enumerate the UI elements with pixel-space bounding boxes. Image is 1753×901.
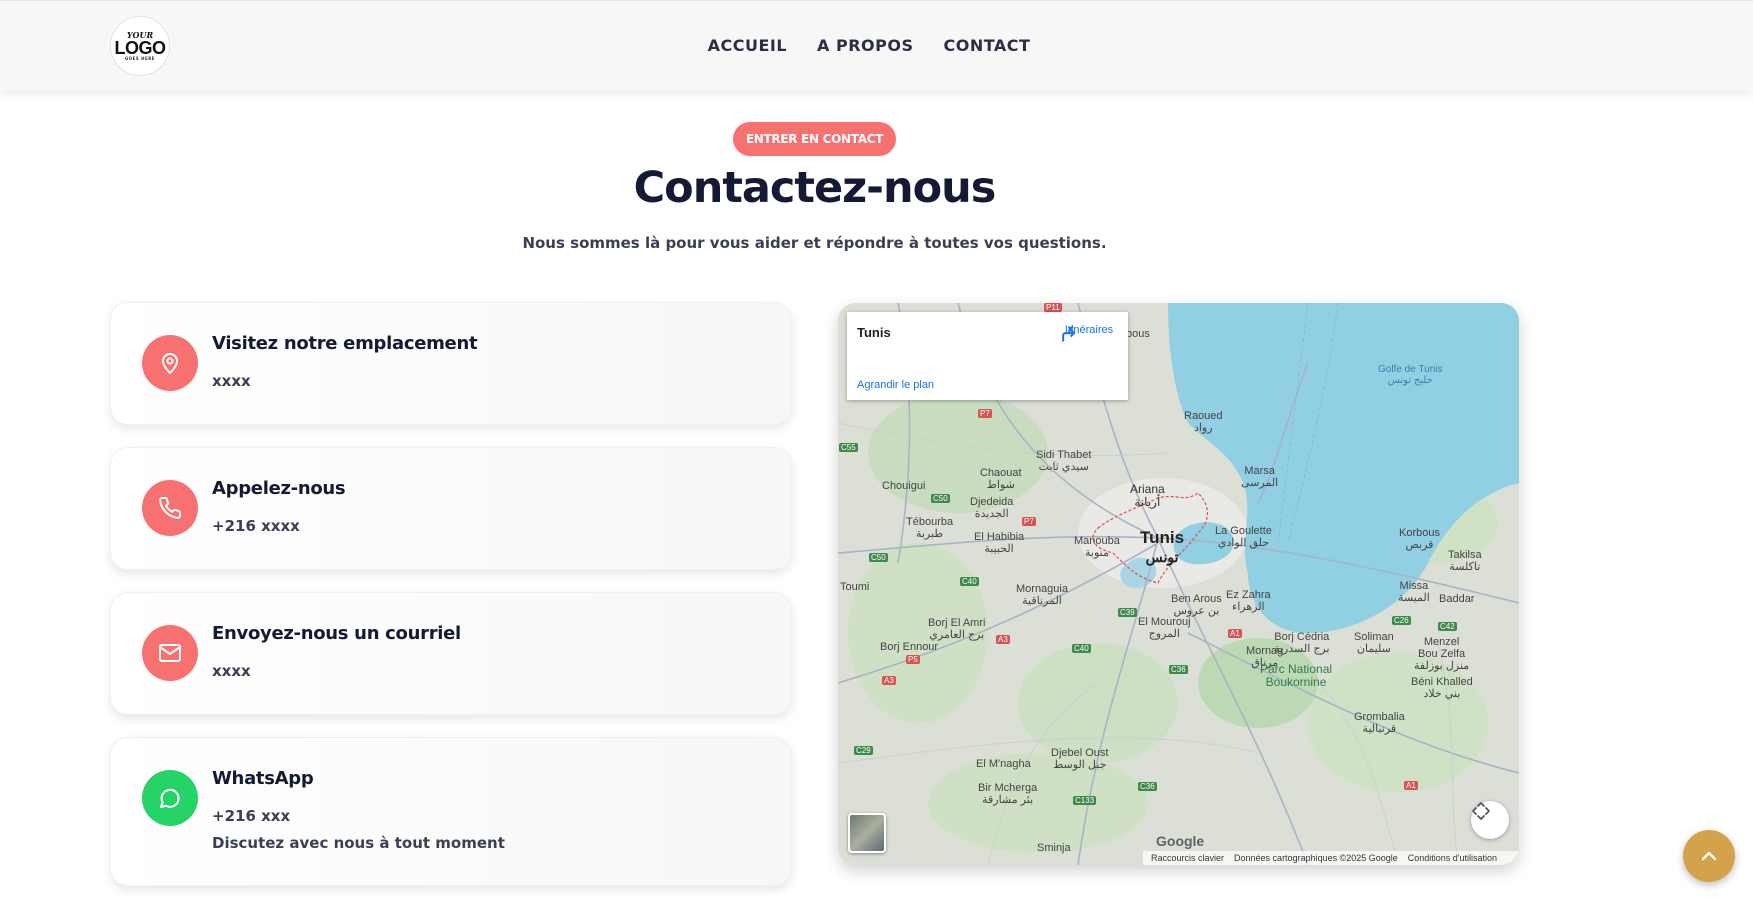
road-shield: C40 [960, 577, 979, 586]
terms-link[interactable]: Conditions d'utilisation [1408, 853, 1497, 863]
section-tag: ENTRER EN CONTACT [733, 122, 896, 156]
map-label: Takilsa تاكلسة [1448, 549, 1482, 574]
road-shield: C42 [1438, 622, 1457, 631]
card-title: Envoyez-nous un courriel [212, 623, 461, 644]
map-label: Grombalia قرنبالية [1354, 711, 1405, 736]
nav-contact[interactable]: CONTACT [943, 36, 1030, 55]
map-label: Parc National Boukornine [1260, 662, 1333, 690]
map-label: Mornaguia المرناقية [1016, 583, 1068, 608]
road-shield: C36 [1169, 665, 1188, 674]
map-label: Baddar [1439, 593, 1475, 605]
map-label: Borj El Amri برج العامري [928, 617, 986, 642]
road-shield: A3 [996, 635, 1010, 644]
road-shield: C50 [931, 494, 950, 503]
mail-icon [142, 625, 198, 681]
map-label: Sidi Thabet سيدي ثابت [1036, 449, 1092, 474]
road-shield: C40 [1072, 644, 1091, 653]
map-label: Sminja [1037, 842, 1071, 854]
map-label: Tébourba طبربة [906, 516, 954, 541]
map-label: Borj Cédria برج السدرية [1274, 631, 1330, 656]
directions-icon [1062, 325, 1076, 342]
road-shield: P7 [978, 409, 992, 418]
map-label: Missa الميسة [1398, 580, 1430, 605]
phone-icon [142, 480, 198, 536]
map-label: Marsa المرسى [1241, 465, 1279, 490]
map-label: Chaouat شواط [980, 467, 1022, 492]
card-location: Visitez notre emplacement xxxx [110, 302, 792, 425]
road-shield: P5 [906, 655, 920, 664]
map-label: Ez Zahra الزهراء [1226, 589, 1271, 614]
whatsapp-icon [142, 770, 198, 826]
map-data-credit: Données cartographiques ©2025 Google [1234, 853, 1398, 863]
location-pin-icon [142, 335, 198, 391]
page-subtitle: Nous sommes là pour vous aider et répond… [522, 234, 1107, 252]
map-label: Menzel Bou Zelfa منزل بوزلفة [1414, 636, 1470, 673]
map-label: Chouigui [882, 480, 926, 492]
directions-button[interactable]: Itinéraires [1059, 324, 1119, 342]
map-label: El Mourouj المروج [1138, 616, 1191, 641]
card-value: xxxx [212, 372, 251, 390]
map-label: Ben Arous بن عروس [1171, 593, 1222, 618]
map-label: Djedeida الجديدة [970, 496, 1014, 521]
card-title: WhatsApp [212, 768, 314, 789]
card-extra: Discutez avec nous à tout moment [212, 834, 505, 852]
logo-line3: GOES HERE [124, 56, 156, 61]
map-label: Golfe de Tunis خليج تونس [1378, 364, 1443, 386]
card-email: Envoyez-nous un courriel xxxx [110, 592, 792, 715]
map-label: Manouba منوبة [1074, 535, 1120, 560]
road-shield: C26 [1392, 616, 1411, 625]
map-label: Korbous قربص [1399, 527, 1440, 552]
road-shield: C133 [1073, 796, 1097, 805]
chevron-up-icon [1701, 851, 1717, 861]
map-footer: Raccourcis clavier Données cartographiqu… [1143, 851, 1519, 865]
road-shield: A1 [1404, 781, 1418, 790]
main-nav: ACCUEIL A PROPOS CONTACT [0, 36, 1753, 55]
road-shield: C39 [1118, 608, 1137, 617]
card-value: +216 xxxx [212, 517, 300, 535]
map-label: Bir Mcherga بئر مشارقة [978, 782, 1038, 807]
map-label: Béni Khalled بني خلاد [1411, 676, 1473, 701]
map-label: La Goulette حلق الوادي [1215, 525, 1272, 550]
card-whatsapp: WhatsApp +216 xxx Discutez avec nous à t… [110, 737, 792, 886]
map-label: Ariana أريانة [1130, 482, 1165, 510]
satellite-toggle[interactable] [848, 813, 886, 853]
road-shield: C29 [854, 746, 873, 755]
nav-accueil[interactable]: ACCUEIL [708, 36, 787, 55]
fullscreen-icon [1472, 802, 1490, 820]
map-label: El M'nagha [976, 758, 1031, 770]
road-shield: P11 [1044, 303, 1062, 312]
road-shield: C50 [869, 553, 888, 562]
map-label: Soliman سليمان [1354, 631, 1394, 656]
map-info-card: Tunis Itinéraires Agrandir le plan [847, 312, 1128, 400]
enlarge-map-link[interactable]: Agrandir le plan [857, 379, 934, 391]
map-label: Djebel Oust جبل الوسط [1051, 747, 1109, 772]
map-label: Raoued رواد [1184, 410, 1223, 435]
map-label: Toumi [840, 581, 870, 593]
google-logo: Google [1156, 833, 1205, 849]
road-shield: A3 [882, 676, 896, 685]
road-shield: C36 [1138, 782, 1157, 791]
keyboard-shortcuts-link[interactable]: Raccourcis clavier [1151, 853, 1224, 863]
card-value: +216 xxx [212, 807, 291, 825]
card-value: xxxx [212, 662, 251, 680]
card-phone: Appelez-nous +216 xxxx [110, 447, 792, 570]
road-shield: C55 [839, 443, 858, 452]
map-label: El Habibia الحبيبة [974, 531, 1025, 556]
embedded-map[interactable]: Golfe de Tunis خليج تونس bous Raoued رواد … [838, 303, 1519, 865]
page-title: Contactez-nous [633, 163, 997, 213]
road-shield: P7 [1022, 517, 1036, 526]
nav-a-propos[interactable]: A PROPOS [817, 36, 913, 55]
map-label: Borj Ennour [880, 641, 939, 653]
map-label-tunis: Tunis تونس [1140, 528, 1185, 565]
back-to-top-button[interactable] [1683, 830, 1735, 882]
fullscreen-button[interactable] [1471, 801, 1509, 839]
map-label: bous [1126, 328, 1150, 340]
card-title: Appelez-nous [212, 478, 346, 499]
site-header: YOUR LOGO GOES HERE ACCUEIL A PROPOS CON… [0, 0, 1753, 91]
card-title: Visitez notre emplacement [212, 333, 478, 354]
map-place-name: Tunis [857, 325, 891, 340]
road-shield: A1 [1228, 629, 1242, 638]
